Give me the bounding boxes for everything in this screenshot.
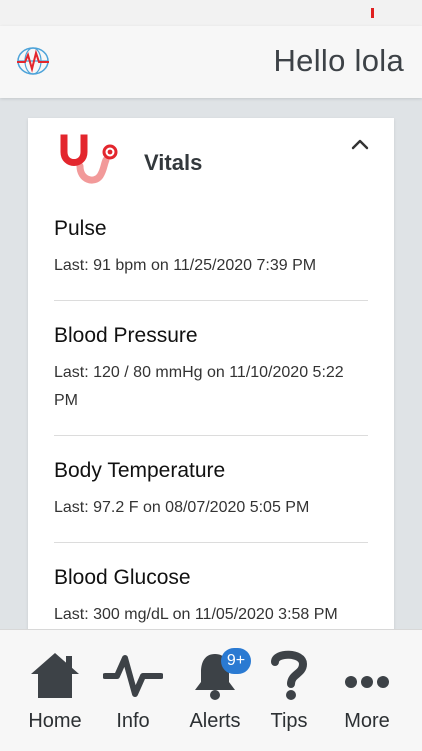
tab-label: Home [28,710,82,732]
bell-icon: 9+ [191,644,251,700]
card-title: Vitals [144,150,203,175]
vital-item-blood-pressure[interactable]: Blood Pressure Last: 120 / 80 mmHg on 11… [54,301,368,436]
more-icon [342,644,392,700]
tab-tips[interactable]: Tips [258,630,320,751]
vitals-list: Pulse Last: 91 bpm on 11/25/2020 7:39 PM… [54,208,368,638]
vital-last-reading: Last: 91 bpm on 11/25/2020 7:39 PM [54,257,317,274]
vital-name: Body Temperature [54,459,226,482]
alerts-badge: 9+ [221,648,251,674]
vitals-card: Vitals Pulse Last: 91 bpm on 11/25/2020 … [28,118,394,638]
tab-label: Tips [270,710,308,732]
vital-name: Pulse [54,217,107,240]
vital-item-pulse[interactable]: Pulse Last: 91 bpm on 11/25/2020 7:39 PM [54,208,368,301]
chevron-up-icon [351,139,369,150]
vital-item-blood-glucose[interactable]: Blood Glucose Last: 300 mg/dL on 11/05/2… [54,543,368,638]
home-icon [28,644,82,700]
bottom-tab-bar: Home Info 9+ Alerts Tips More [0,629,422,751]
tab-more[interactable]: More [334,630,400,751]
tab-info[interactable]: Info [100,630,166,751]
app-logo-icon[interactable] [14,42,52,80]
vital-last-reading: Last: 120 / 80 mmHg on 11/10/2020 5:22 P… [54,364,344,409]
status-bar [0,0,422,26]
stethoscope-icon [58,130,128,190]
tab-label: Alerts [189,710,241,732]
tab-label: More [344,710,390,732]
greeting-text: Hello lola [273,43,404,78]
vital-last-reading: Last: 97.2 F on 08/07/2020 5:05 PM [54,499,310,516]
app-header: Hello lola [0,26,422,98]
pulse-icon [103,644,163,700]
vital-name: Blood Pressure [54,324,198,347]
tab-label: Info [116,710,150,732]
question-icon [269,644,309,700]
collapse-button[interactable] [348,132,372,156]
tab-alerts[interactable]: 9+ Alerts [180,630,251,751]
vital-item-body-temperature[interactable]: Body Temperature Last: 97.2 F on 08/07/2… [54,436,368,543]
vital-name: Blood Glucose [54,566,191,589]
tab-home[interactable]: Home [22,630,88,751]
battery-indicator [371,8,374,18]
